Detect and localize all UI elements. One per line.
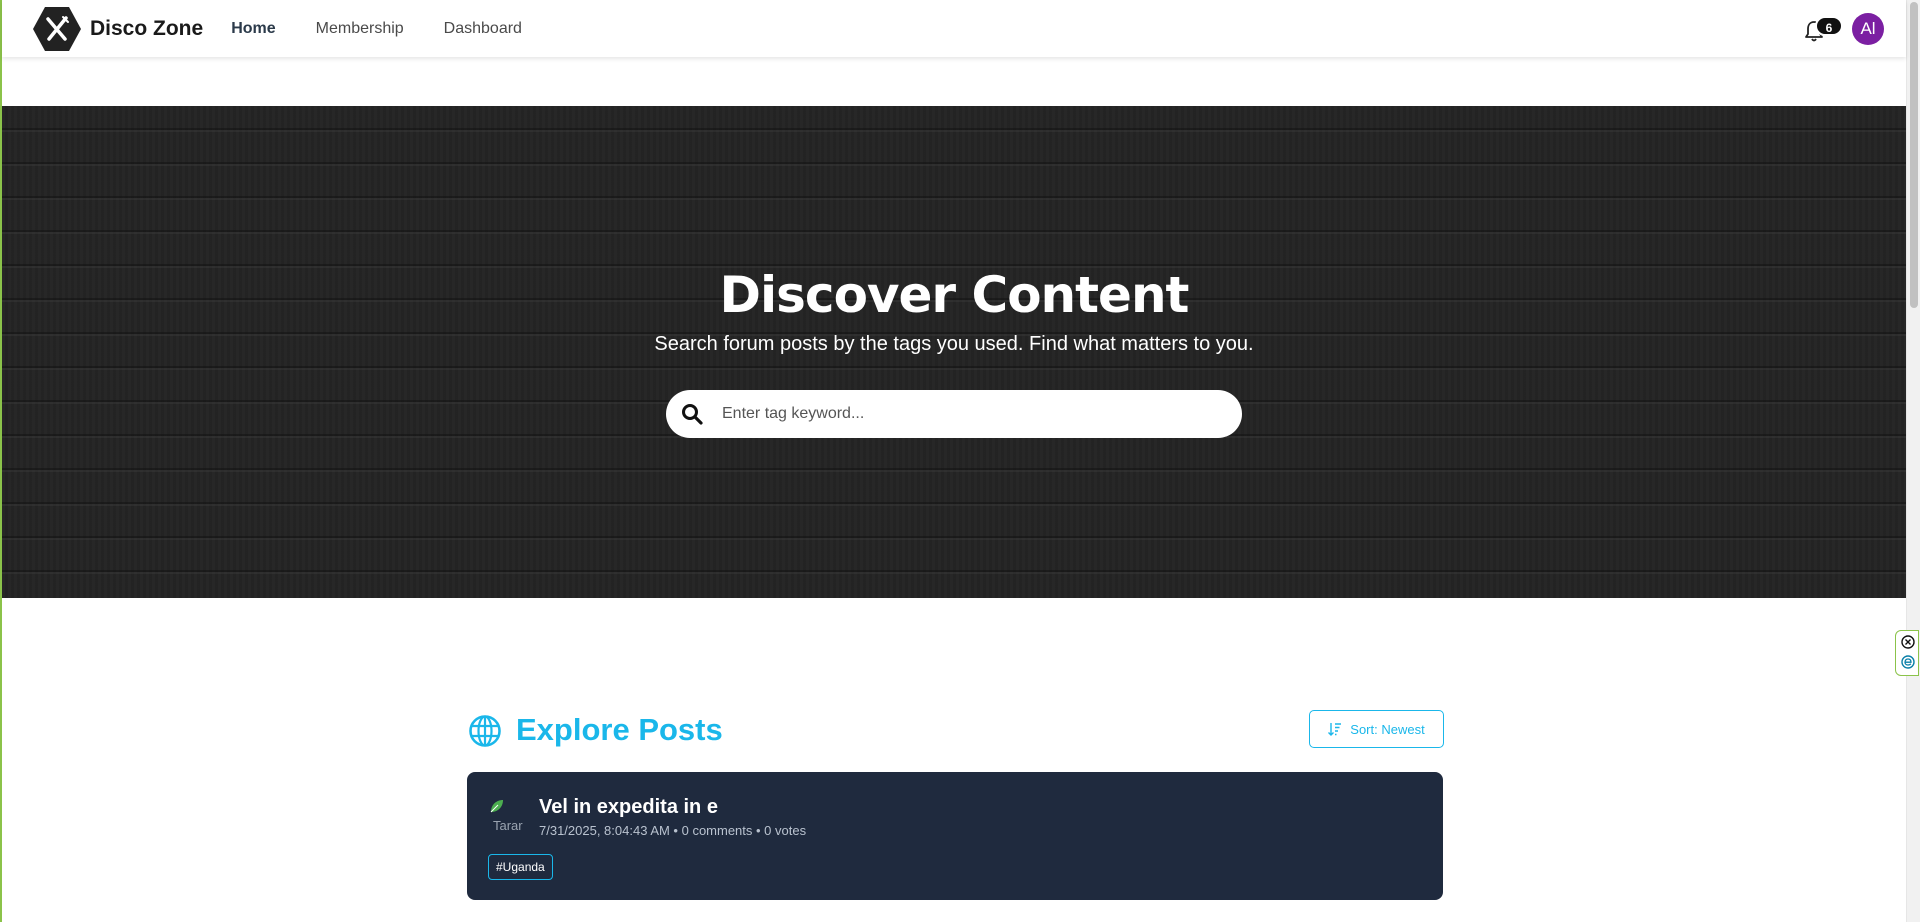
navbar: Disco Zone Home Membership Dashboard 6 A… [2,0,1906,57]
post-meta: 7/31/2025, 8:04:43 AM • 0 comments • 0 v… [539,823,807,838]
post-tag[interactable]: #Uganda [488,854,553,880]
nav-link-home[interactable]: Home [231,20,275,38]
avatar-alt-text: Tarar [493,818,523,833]
globe-icon [469,715,501,747]
extension-widget [1895,630,1919,676]
brand-name: Disco Zone [90,16,204,40]
crossed-utensils-logo-icon [33,6,81,51]
sort-label: Sort: Newest [1350,721,1425,737]
search-icon [682,404,703,425]
logo[interactable]: Disco Zone [32,6,203,52]
hero-subtitle: Search forum posts by the tags you used.… [654,333,1254,355]
post-author-avatar: Tarar [487,798,527,838]
notification-badge: 6 [1815,15,1843,36]
post-title[interactable]: Vel in expedita in e [539,796,718,819]
page-scrollbar[interactable] [1906,0,1920,922]
tag-search-input[interactable] [722,405,1202,423]
notifications-button[interactable]: 6 [1798,13,1843,45]
main-nav: Home Membership Dashboard [231,20,562,38]
scrollbar-thumb[interactable] [1910,2,1918,308]
extension-e-icon[interactable] [1901,655,1915,669]
user-avatar[interactable]: Al [1852,12,1884,45]
post-card[interactable]: Tarar Vel in expedita in e 7/31/2025, 8:… [467,772,1443,900]
close-icon[interactable] [1901,635,1915,649]
explore-header: Explore Posts Sort: Newest [468,710,1444,750]
sort-button[interactable]: Sort: Newest [1309,710,1444,748]
broken-image-icon [490,800,503,813]
hero-content: Discover Content Search forum posts by t… [2,106,1906,598]
nav-link-dashboard[interactable]: Dashboard [444,20,522,38]
nav-right: 6 Al [1798,0,1884,57]
hero-banner: Discover Content Search forum posts by t… [2,106,1906,598]
explore-title: Explore Posts [516,712,723,747]
nav-link-membership[interactable]: Membership [316,20,404,38]
hero-title: Discover Content [719,266,1190,324]
sort-icon [1328,723,1342,736]
tag-search-box [666,390,1242,438]
